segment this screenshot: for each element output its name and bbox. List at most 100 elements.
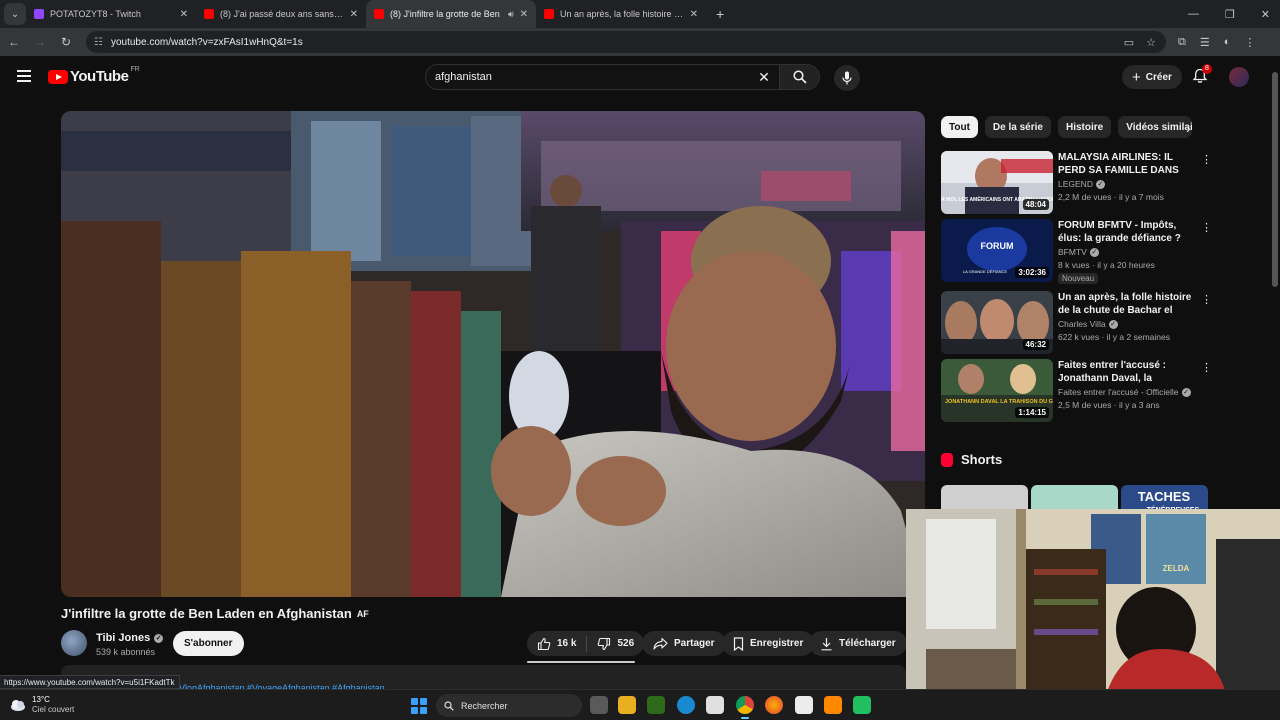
close-window-icon[interactable]: ✕	[1261, 8, 1270, 21]
cast-icon[interactable]: ▭	[1124, 36, 1134, 49]
channel-name[interactable]: Tibi Jones ✓	[96, 632, 164, 644]
channel-name[interactable]: BFMTV ✓	[1058, 247, 1099, 257]
windows-taskbar: 13°C Ciel couvert Rechercher	[0, 689, 1280, 720]
video-title[interactable]: Un an après, la folle histoire de la chu…	[1058, 291, 1194, 317]
video-title[interactable]: MALAYSIA AIRLINES: IL PERD SA FAMILLE DA…	[1058, 151, 1194, 177]
chip-history[interactable]: Histoire	[1057, 116, 1112, 138]
channel-name[interactable]: Faites entrer l'accusé - Officielle ✓	[1058, 387, 1191, 397]
video-thumbnail[interactable]: JONATHANN DAVAL LA TRAHISON DU GENDRE ID…	[941, 359, 1053, 422]
browser-tab[interactable]: POTATOZYT8 - Twitch ✕	[26, 0, 196, 28]
video-player[interactable]	[61, 111, 925, 597]
chip-series[interactable]: De la série	[984, 116, 1051, 138]
subscriber-count: 539 k abonnés	[96, 647, 156, 657]
firefox-icon[interactable]	[765, 696, 783, 714]
browser-tab[interactable]: Un an après, la folle histoire de ✕	[536, 0, 706, 28]
site-info-icon[interactable]: ☷	[94, 37, 103, 48]
youtube-play-icon	[48, 69, 68, 84]
video-title[interactable]: FORUM BFMTV - Impôts, élus: la grande dé…	[1058, 219, 1194, 245]
tab-close-icon[interactable]: ✕	[690, 9, 698, 20]
scrollbar-thumb[interactable]	[1272, 72, 1278, 287]
taskbar-search[interactable]: Rechercher	[436, 694, 582, 717]
app-icon[interactable]	[853, 696, 871, 714]
video-meta: 2,2 M de vues · il y a 7 mois	[1058, 192, 1164, 202]
task-view-icon[interactable]	[590, 696, 608, 714]
browser-tab[interactable]: (8) J'ai passé deux ans sans pap ✕	[196, 0, 366, 28]
maximize-icon[interactable]: ❐	[1225, 8, 1235, 21]
chrome-icon[interactable]	[736, 696, 754, 719]
create-button[interactable]: + Créer	[1122, 65, 1182, 89]
more-actions-icon[interactable]: ⋮	[1201, 293, 1212, 306]
voice-search-button[interactable]	[834, 65, 860, 91]
forward-icon[interactable]: →	[28, 35, 52, 49]
chevron-right-icon[interactable]: ›	[1186, 120, 1191, 136]
share-button[interactable]: Partager	[642, 631, 726, 656]
audio-playing-icon[interactable]: 🔊︎	[508, 9, 514, 20]
profile-icon[interactable]: ◐	[1224, 36, 1231, 49]
video-thumbnail[interactable]: "POUR MOI, LES AMÉRICAINS ONT ABATTU L'A…	[941, 151, 1053, 214]
reading-list-icon[interactable]: ☰	[1200, 36, 1210, 49]
channel-name-text: BFMTV	[1058, 247, 1087, 257]
extensions-icon[interactable]: ⧉	[1178, 36, 1186, 49]
save-button[interactable]: Enregistrer	[722, 631, 815, 656]
bookmark-star-icon[interactable]: ☆	[1146, 36, 1156, 49]
more-actions-icon[interactable]: ⋮	[1201, 153, 1212, 166]
nvidia-icon[interactable]	[647, 696, 665, 714]
channel-name[interactable]: LEGEND ✓	[1058, 179, 1105, 189]
vlc-icon[interactable]	[824, 696, 842, 714]
notification-count-badge: 8	[1202, 64, 1212, 74]
channel-name[interactable]: Charles Villa ✓	[1058, 319, 1118, 329]
search-input[interactable]: afghanistan	[426, 71, 749, 83]
store-icon[interactable]	[706, 696, 724, 714]
windows-start-icon[interactable]	[411, 698, 427, 714]
notifications-button[interactable]: 8	[1192, 64, 1212, 87]
channel-avatar[interactable]	[61, 630, 87, 656]
more-actions-icon[interactable]: ⋮	[1201, 361, 1212, 374]
page-scrollbar[interactable]	[1272, 64, 1278, 684]
address-bar[interactable]: ☷ youtube.com/watch?v=zxFAsI1wHnQ&t=1s ▭…	[86, 31, 1166, 53]
share-icon	[653, 637, 668, 650]
chip-all[interactable]: Tout	[941, 116, 978, 138]
browser-tab-active[interactable]: (8) J'infiltre la grotte de Ben 🔊︎ ✕	[366, 0, 536, 28]
browser-tab-strip: ⌄ POTATOZYT8 - Twitch ✕ (8) J'ai passé d…	[0, 0, 1280, 28]
minimize-icon[interactable]: —	[1188, 8, 1199, 20]
poster-text: ZELDA	[1163, 564, 1190, 573]
file-explorer-icon[interactable]	[618, 696, 636, 714]
tab-search-button[interactable]: ⌄	[4, 3, 26, 25]
dislike-button[interactable]: 526	[587, 631, 644, 656]
download-button[interactable]: Télécharger	[809, 631, 907, 656]
browser-toolbar: ← → ↻ ☷ youtube.com/watch?v=zxFAsI1wHnQ&…	[0, 28, 1280, 56]
edge-icon[interactable]	[677, 696, 695, 714]
link-status-bar: https://www.youtube.com/watch?v=u5i1FKad…	[0, 675, 180, 689]
new-tab-icon[interactable]: +	[716, 6, 724, 22]
youtube-logo[interactable]: YouTube FR	[48, 66, 140, 85]
more-actions-icon[interactable]: ⋮	[1201, 221, 1212, 234]
capcut-icon[interactable]	[795, 696, 813, 714]
like-dislike-group: 16 k 526	[527, 631, 645, 656]
recommended-video[interactable]: FORUM LA GRANDE DÉFIANCE 3:02:36 FORUM B…	[941, 219, 1212, 284]
video-duration: 48:04	[1022, 199, 1049, 210]
like-button[interactable]: 16 k	[527, 631, 586, 656]
account-avatar[interactable]	[1229, 67, 1249, 87]
tab-close-icon[interactable]: ✕	[180, 9, 188, 20]
recommended-video[interactable]: 46:32 Un an après, la folle histoire de …	[941, 291, 1212, 355]
video-thumbnail[interactable]: FORUM LA GRANDE DÉFIANCE 3:02:36	[941, 219, 1053, 282]
clear-search-icon[interactable]: ✕	[749, 69, 779, 86]
back-icon[interactable]: ←	[2, 35, 26, 49]
browser-menu-icon[interactable]: ⋮	[1244, 36, 1255, 49]
tab-close-icon[interactable]: ✕	[520, 9, 528, 20]
recommended-video[interactable]: JONATHANN DAVAL LA TRAHISON DU GENDRE ID…	[941, 359, 1212, 423]
subscribe-button[interactable]: S'abonner	[173, 631, 244, 656]
recommended-video[interactable]: "POUR MOI, LES AMÉRICAINS ONT ABATTU L'A…	[941, 151, 1212, 215]
video-title[interactable]: Faites entrer l'accusé : Jonathann Daval…	[1058, 359, 1194, 385]
tab-title: POTATOZYT8 - Twitch	[50, 9, 141, 19]
reload-icon[interactable]: ↻	[54, 35, 78, 49]
search-button[interactable]	[779, 65, 819, 89]
shorts-icon	[941, 452, 953, 467]
tab-close-icon[interactable]: ✕	[350, 9, 358, 20]
tab-title: (8) J'infiltre la grotte de Ben	[390, 9, 500, 19]
weather-widget[interactable]: 13°C Ciel couvert	[10, 695, 74, 715]
video-thumbnail[interactable]: 46:32	[941, 291, 1053, 354]
verified-icon: ✓	[1089, 247, 1099, 257]
chip-similar[interactable]: Vidéos similaires	[1118, 116, 1193, 138]
guide-menu-icon[interactable]	[17, 70, 31, 82]
